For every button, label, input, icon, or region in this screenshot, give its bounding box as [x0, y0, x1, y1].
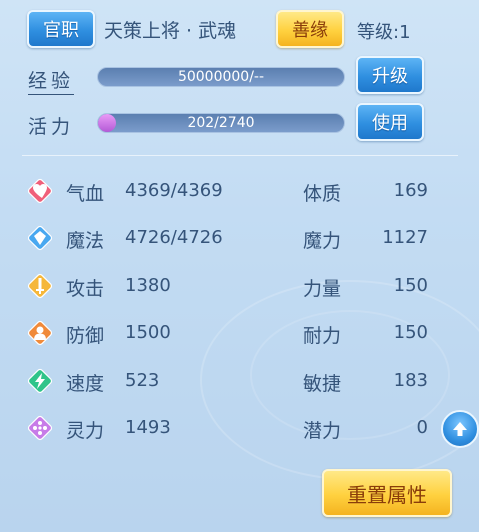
spirit-icon	[27, 415, 53, 441]
shield-icon	[27, 320, 53, 346]
character-attribute-panel: 官职 天策上将 · 武魂 善缘 等级:1 经验 50000000/-- 升级 活…	[0, 0, 479, 532]
stat-name-left: 灵力	[66, 420, 105, 442]
sword-icon	[27, 273, 53, 299]
arrow-up-icon	[453, 422, 467, 436]
attribute-name: 体质	[303, 183, 342, 205]
attribute-name: 敏捷	[303, 373, 342, 395]
attribute-value: 169	[393, 180, 428, 201]
level-label: 等级:	[357, 22, 400, 43]
exp-label: 经验	[28, 66, 75, 95]
lightning-icon	[27, 368, 53, 394]
karma-button[interactable]: 善缘	[276, 10, 344, 48]
vitality-label: 活力	[28, 116, 75, 138]
stat-value-left: 1493	[125, 417, 171, 438]
stat-value-left: 4726/4726	[125, 227, 223, 248]
stat-value-left: 1500	[125, 322, 171, 343]
attribute-value: 150	[393, 322, 428, 343]
scroll-up-button[interactable]	[441, 410, 479, 448]
attribute-name: 耐力	[303, 325, 342, 347]
level-value: 1	[399, 22, 411, 43]
stat-name-left: 魔法	[66, 230, 105, 252]
stat-name-left: 速度	[66, 373, 105, 395]
heart-icon	[27, 178, 53, 204]
attribute-value: 1127	[382, 227, 428, 248]
mana-gem-icon	[27, 225, 53, 251]
use-button[interactable]: 使用	[356, 103, 424, 141]
exp-bar-text: 50000000/--	[177, 69, 265, 85]
reset-attributes-button[interactable]: 重置属性	[322, 469, 452, 517]
stat-name-left: 防御	[66, 325, 105, 347]
vitality-bar-text: 202/2740	[187, 115, 255, 131]
attribute-value: 0	[416, 417, 428, 438]
stat-value-left: 1380	[125, 275, 171, 296]
exp-bar: 50000000/--	[97, 67, 345, 87]
level-up-button[interactable]: 升级	[356, 56, 424, 94]
stat-value-left: 4369/4369	[125, 180, 223, 201]
level-display: 等级:1	[357, 18, 411, 44]
stat-name-left: 气血	[66, 183, 105, 205]
attribute-name: 潜力	[303, 420, 342, 442]
character-title: 天策上将 · 武魂	[104, 20, 237, 42]
attribute-value: 150	[393, 275, 428, 296]
office-button[interactable]: 官职	[27, 10, 95, 48]
attribute-name: 魔力	[303, 230, 342, 252]
attribute-value: 183	[393, 370, 428, 391]
stat-value-left: 523	[125, 370, 160, 391]
vitality-bar: 202/2740	[97, 113, 345, 133]
attribute-name: 力量	[303, 278, 342, 300]
section-divider	[22, 155, 458, 156]
stat-name-left: 攻击	[66, 278, 105, 300]
